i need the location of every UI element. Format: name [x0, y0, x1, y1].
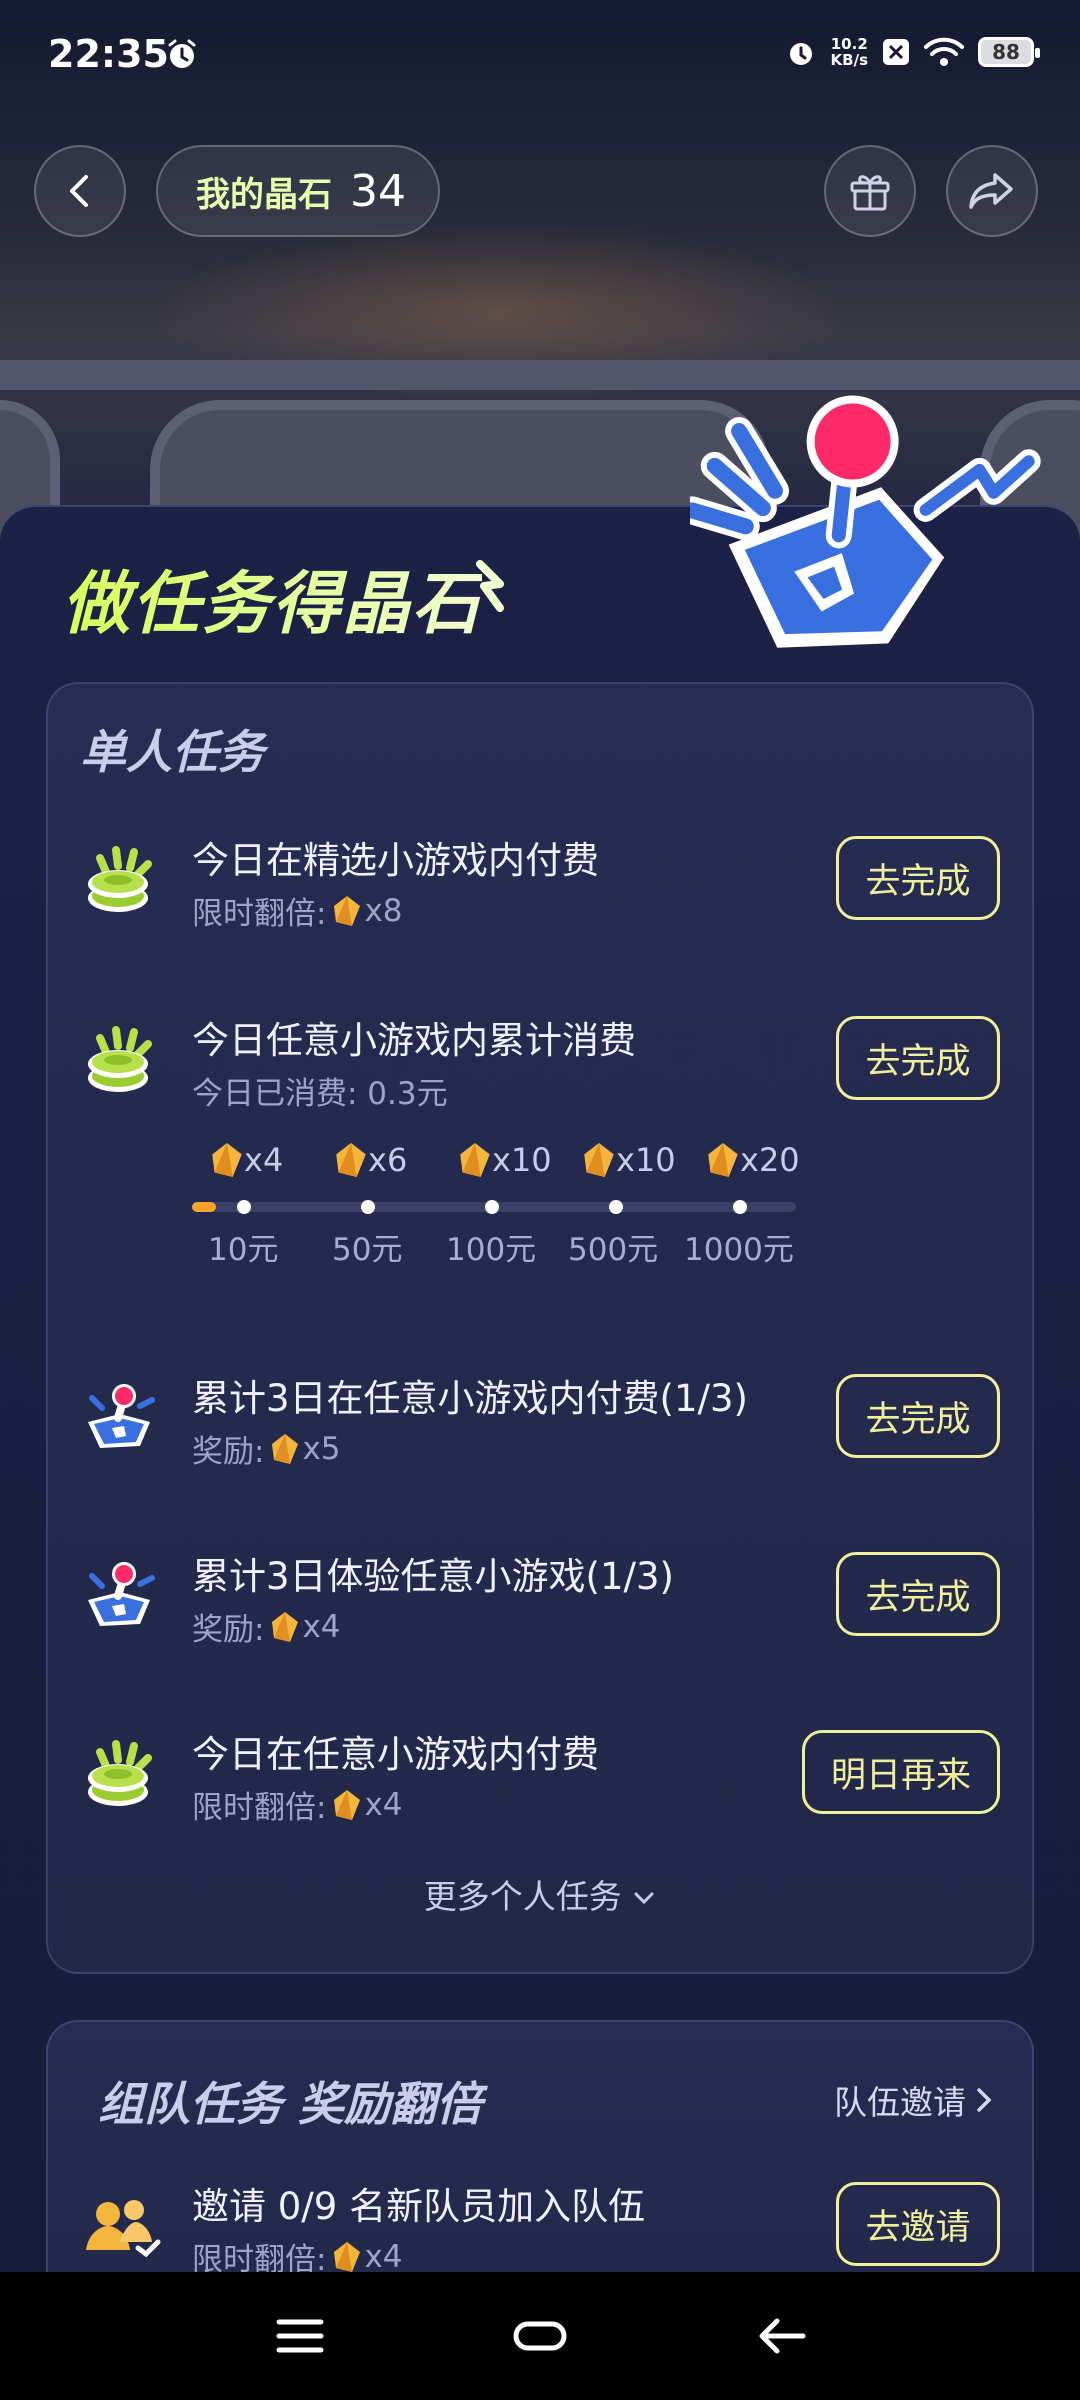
task-row: 今日任意小游戏内累计消费 今日已消费: 0.3元 去完成	[46, 998, 1034, 1118]
panel-title[interactable]: 做任务得晶石	[62, 548, 482, 647]
coin-stack-icon	[88, 1026, 152, 1092]
task-row: 累计3日在任意小游戏内付费(1/3) 奖励: x5 去完成	[46, 1356, 1034, 1476]
status-time: 22:35	[48, 32, 169, 76]
progress-dot	[733, 1200, 747, 1214]
task-title: 今日任意小游戏内累计消费	[192, 1019, 636, 1062]
task-row: 邀请 0/9 名新队员加入队伍 限时翻倍: x4 去邀请	[46, 2164, 1034, 2284]
milestone-reward: x6	[334, 1140, 407, 1180]
spend-progress-bar	[192, 1200, 796, 1214]
task-title: 累计3日在任意小游戏内付费(1/3)	[192, 1377, 748, 1420]
progress-dot	[609, 1200, 623, 1214]
notification-x-icon	[883, 39, 909, 65]
network-speed: 10.2 KB/s	[830, 35, 868, 69]
crystal-gem-icon	[708, 1143, 738, 1177]
progress-fill	[192, 1202, 217, 1212]
task-row: 今日在任意小游戏内付费 限时翻倍: x4 明日再来	[46, 1712, 1034, 1832]
task-subtitle: 限时翻倍: x8	[192, 892, 403, 933]
milestone-reward: x10	[582, 1140, 676, 1180]
alarm-icon	[168, 39, 196, 68]
joystick-icon	[88, 1562, 155, 1626]
milestone-reward: x4	[210, 1140, 283, 1180]
milestone-amount: 50元	[332, 1232, 403, 1268]
milestone-rewards: x4 x6 x10 x10 x20	[192, 1140, 812, 1190]
crystal-gem-icon	[272, 1433, 299, 1464]
back-nav-button[interactable]	[752, 2306, 812, 2366]
team-invite-link[interactable]: 队伍邀请	[834, 2076, 994, 2124]
complete-task-button[interactable]: 去完成	[836, 1374, 1000, 1458]
milestone-amount: 500元	[568, 1232, 659, 1268]
wifi-icon	[924, 37, 964, 66]
task-title: 今日在任意小游戏内付费	[192, 1733, 599, 1776]
coin-stack-icon	[88, 1740, 152, 1806]
share-arrow-icon	[969, 173, 1013, 209]
crystal-label: 我的晶石	[196, 174, 332, 215]
alarm-status-icon	[789, 43, 812, 65]
task-subtitle: 今日已消费: 0.3元	[192, 1076, 448, 1112]
complete-task-button[interactable]: 去完成	[836, 1552, 1000, 1636]
system-nav-bar	[0, 2272, 1080, 2400]
menu-nav-button[interactable]	[270, 2306, 330, 2366]
come-back-tomorrow-button[interactable]: 明日再来	[801, 1730, 1000, 1814]
back-button[interactable]	[34, 145, 126, 237]
milestone-amount: 10元	[208, 1232, 279, 1268]
gift-icon	[850, 175, 890, 211]
crystal-gem-icon	[584, 1143, 614, 1177]
progress-dot	[485, 1200, 499, 1214]
battery-indicator: 88	[978, 37, 1040, 67]
invite-button[interactable]: 去邀请	[836, 2182, 1000, 2266]
gift-button[interactable]	[824, 145, 916, 237]
milestone-reward: x10	[458, 1140, 552, 1180]
status-bar: 22:35 10.2 KB/s 88	[0, 0, 1080, 110]
title-arrow-icon	[476, 560, 504, 612]
task-subtitle: 奖励: x5	[192, 1430, 341, 1471]
crystal-gem-icon	[334, 2241, 361, 2272]
progress-dot	[361, 1200, 375, 1214]
more-personal-tasks-link[interactable]: 更多个人任务	[0, 1870, 1080, 1918]
task-title: 今日在精选小游戏内付费	[192, 839, 599, 882]
crystal-gem-icon	[336, 1143, 366, 1177]
crystal-count: 34	[350, 165, 406, 217]
crystal-gem-icon	[212, 1143, 242, 1177]
crystal-gem-icon	[334, 1789, 361, 1820]
home-icon	[513, 2321, 567, 2351]
task-title: 累计3日体验任意小游戏(1/3)	[192, 1555, 674, 1598]
task-row: 今日在精选小游戏内付费 限时翻倍: x8 去完成	[46, 818, 1034, 938]
joystick-icon	[88, 1384, 155, 1448]
task-title: 邀请 0/9 名新队员加入队伍	[192, 2185, 646, 2228]
milestone-reward: x20	[706, 1140, 800, 1180]
single-task-title: 单人任务	[80, 725, 264, 779]
team-people-icon	[86, 2200, 161, 2258]
task-subtitle: 奖励: x4	[192, 1608, 341, 1649]
crystal-gem-icon	[334, 895, 361, 926]
complete-task-button[interactable]: 去完成	[836, 836, 1000, 920]
complete-task-button[interactable]: 去完成	[836, 1016, 1000, 1100]
milestone-amount: 100元	[446, 1232, 537, 1268]
menu-icon	[276, 2319, 324, 2353]
task-subtitle: 限时翻倍: x4	[192, 1786, 403, 1827]
milestone-amount: 1000元	[684, 1232, 794, 1268]
home-nav-button[interactable]	[510, 2306, 570, 2366]
chevron-right-icon	[977, 2088, 992, 2112]
coin-stack-icon	[88, 846, 152, 912]
team-task-title: 组队任务 奖励翻倍	[98, 2077, 483, 2131]
share-button[interactable]	[946, 145, 1038, 237]
arrow-left-icon	[759, 2318, 806, 2354]
task-row: 累计3日体验任意小游戏(1/3) 奖励: x4 去完成	[46, 1534, 1034, 1654]
chevron-down-icon	[634, 1892, 654, 1905]
crystal-gem-icon	[460, 1143, 490, 1177]
chevron-left-icon	[70, 175, 88, 207]
joystick-mascot-icon	[690, 395, 1041, 648]
my-crystal-balance[interactable]: 我的晶石 34	[156, 145, 440, 237]
crystal-gem-icon	[272, 1611, 299, 1642]
progress-dot	[237, 1200, 251, 1214]
